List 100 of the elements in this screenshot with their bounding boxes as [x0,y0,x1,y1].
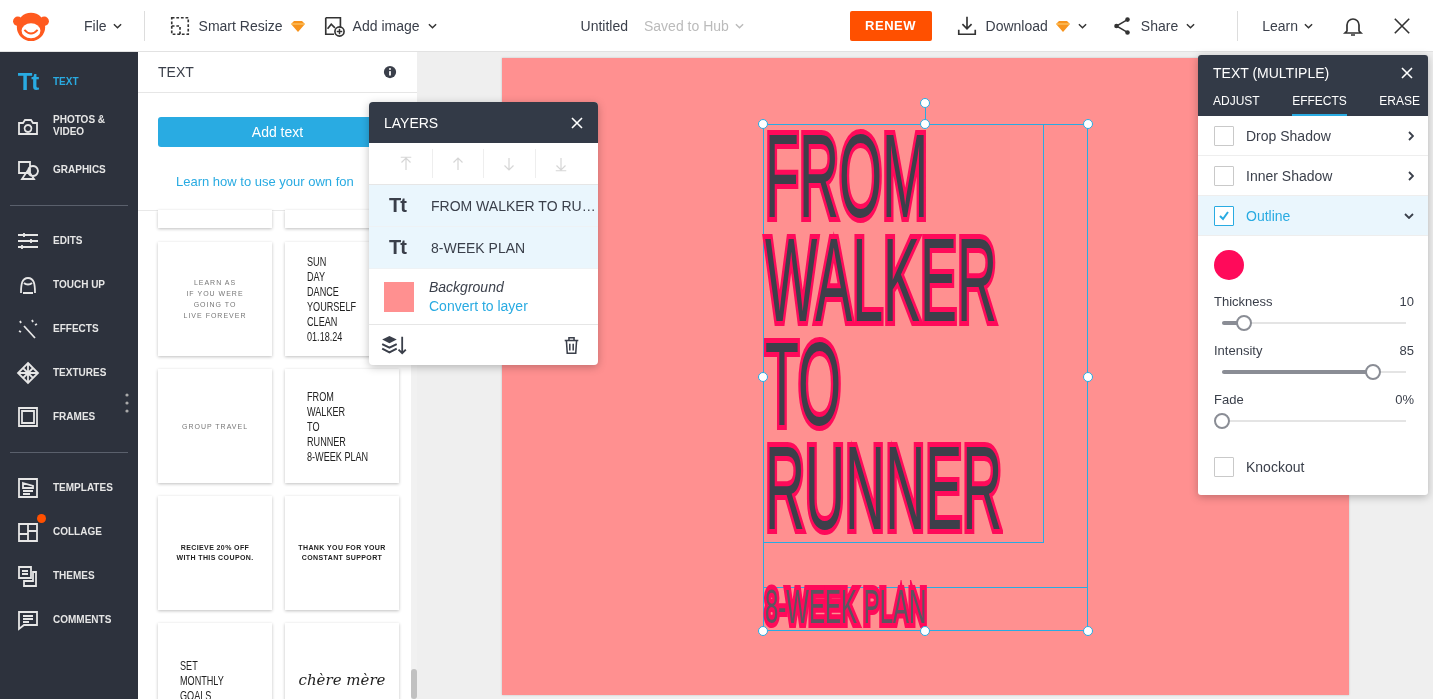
resize-handle[interactable] [757,626,768,636]
resize-handle[interactable] [757,119,768,129]
nav-item[interactable]: EDITS [0,219,138,263]
scrollbar-thumb[interactable] [411,669,417,699]
checkbox-label: Knockout [1246,459,1306,475]
layer-item[interactable]: Tt FROM WALKER TO RU… [369,185,598,227]
checkbox[interactable] [1214,165,1234,186]
diamond-icon [1055,19,1070,32]
nav-item[interactable]: EFFECTS [0,307,138,351]
chevron-down-icon [734,22,744,29]
resize-handle[interactable] [1082,372,1093,382]
nav-item[interactable]: THEMES [0,554,138,598]
chevron-down-icon [112,22,122,29]
chevron-down-icon [1404,212,1414,219]
panel-tab[interactable]: ERASE [1379,91,1420,116]
template-text: chère mère [298,671,386,689]
file-menu[interactable]: File [82,13,124,38]
template-text: SUN [307,254,327,269]
document-title[interactable]: Untitled [580,17,628,34]
nav-item[interactable]: Tt TEXT [0,60,138,104]
slider-value: 0% [1395,392,1414,407]
wand-icon [16,317,40,341]
effect-row[interactable]: Drop Shadow [1198,116,1428,156]
nav-item[interactable]: TEMPLATES [0,466,138,510]
add-image-icon [322,14,345,37]
template-card[interactable]: SET MONTHLY GOALS [158,623,272,699]
template-text: RUNNER [307,433,346,449]
text-glyph-icon: Tt [17,70,39,94]
comment-icon [16,608,40,632]
close-icon[interactable] [1393,16,1411,35]
nav-item[interactable]: COMMENTS [0,598,138,642]
checkbox[interactable] [1214,125,1234,146]
template-text: GOALS [180,687,212,699]
template-text: MONTHLY [180,672,224,688]
template-icon [16,476,40,500]
template-text: YOURSELF [307,299,357,314]
resize-handle[interactable] [757,372,768,382]
resize-handle[interactable] [1082,626,1093,636]
resize-handle[interactable] [919,119,930,129]
info-icon[interactable] [383,65,397,79]
add-image-button[interactable]: Add image [320,10,439,41]
nav-item[interactable]: TOUCH UP [0,263,138,307]
slider-handle[interactable] [1214,413,1230,429]
rotate-handle[interactable] [919,98,930,108]
template-text: FROM [307,388,334,404]
nav-item[interactable]: GRAPHICS [0,148,138,192]
resize-handle[interactable] [919,626,930,636]
text-layer-icon: Tt [389,194,411,217]
chevron-right-icon [1408,170,1414,181]
slider-value: 85 [1399,343,1414,358]
slider-label: Intensity [1214,343,1263,358]
chevron-down-icon [1077,22,1087,29]
background-swatch[interactable] [384,281,414,312]
slider-value: 10 [1399,294,1414,309]
collage-icon [16,520,40,544]
checkbox[interactable] [1214,457,1234,477]
checkmark-icon [1218,209,1230,222]
template-text: 01.18.24 [307,329,343,344]
template-text: CLEAN [307,314,338,329]
share-button[interactable]: Share [1108,10,1198,41]
resize-icon [168,14,191,37]
panel-tab[interactable]: ADJUST [1213,91,1260,116]
nav-item[interactable]: PHOTOS & VIDEO [0,104,138,148]
chevron-down-icon [427,22,437,29]
layer-item[interactable]: Tt 8-WEEK PLAN [369,227,598,269]
template-text: SET [180,657,198,673]
layer-name: Background [429,279,505,295]
template-text: DAY [307,269,326,284]
template-card[interactable]: FROM WALKER TO RUNNER 8-WEEK PLAN [285,369,399,483]
chevron-down-icon [1304,22,1313,29]
outline-color-swatch[interactable] [1214,250,1244,280]
diamond-icon [290,19,305,32]
template-card[interactable]: chère mère [285,623,399,699]
smart-resize-button[interactable]: Smart Resize [166,10,307,41]
learn-menu[interactable]: Learn [1260,13,1315,38]
nav-item[interactable]: COLLAGE [0,510,138,554]
layer-item[interactable]: Background Convert to layer [369,269,598,325]
slider-label: Fade [1214,392,1244,407]
download-button[interactable]: Download [953,10,1089,41]
nav-item[interactable]: TEXTURES [0,351,138,395]
chevron-down-icon [1186,22,1196,29]
nav-item[interactable]: FRAMES [0,395,138,439]
frame-icon [16,405,40,429]
resize-handle[interactable] [1082,119,1093,129]
layers-sort-icon[interactable] [381,335,407,355]
themes-icon [16,564,40,588]
panel-tab[interactable]: EFFECTS [1292,91,1347,116]
panel-title: TEXT [158,64,194,80]
slider-handle[interactable] [1364,364,1381,380]
shapes-icon [16,158,40,182]
checkbox[interactable] [1214,205,1234,226]
chevron-right-icon [1408,130,1414,141]
template-text: WALKER [307,403,346,419]
template-text: TO [307,418,320,434]
slider-handle[interactable] [1236,315,1253,331]
headline-text[interactable]: FROM WALKER TO RUNNER [764,124,1047,540]
more-icon[interactable] [125,393,129,413]
slider-label: Thickness [1214,294,1273,309]
trash-icon[interactable] [563,335,580,355]
panel-title: TEXT (MULTIPLE) [1213,65,1330,81]
